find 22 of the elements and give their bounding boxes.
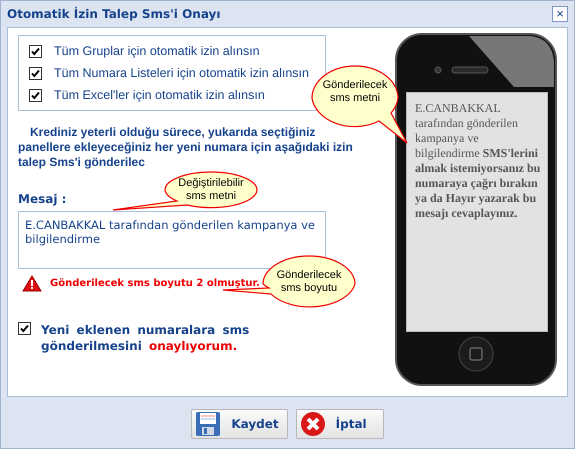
option-label: Tüm Excel'ler için otomatik izin alınsın [54, 88, 265, 102]
window-title: Otomatik İzin Talep Sms'i Onayı [7, 7, 220, 21]
callout-text: Gönderilecek sms boyutu [276, 269, 342, 295]
checkbox[interactable] [29, 66, 42, 80]
info-text: Krediniz yeterli olduğu sürece, yukarıda seçtiğiniz panellere ekleyeceğiniz her yeni numara için aşağıdaki izin talep Sms'i gönderilec [18, 125, 354, 170]
checkbox[interactable] [18, 322, 31, 335]
callout-text: Değiştirilebilir sms metni [177, 177, 245, 203]
message-field[interactable]: E.CANBAKKAL tarafından gönderilen kampanya ve bilgilendirme [18, 211, 326, 269]
checkbox[interactable] [29, 44, 42, 58]
cancel-button[interactable]: İptal [296, 408, 384, 438]
confirm-label: Yeni eklenen numaralara sms gönderilmesini onaylıyorum. [41, 322, 250, 354]
warning-text: Gönderilecek sms boyutu 2 olmuştur. [50, 278, 260, 289]
cancel-icon [300, 410, 326, 436]
callout-text: Gönderilecek sms metni [322, 79, 388, 105]
save-button[interactable]: Kaydet [191, 408, 288, 438]
checkbox[interactable] [29, 88, 42, 102]
sms-preview-text: E.CANBAKKAL tarafından gönderilen kampanya ve bilgilendirme SMS'lerini almak istemiyorsanız bu numaraya çağrı bırakın ya da Hayır yazarak bu mesajı cevaplayınız. [415, 101, 541, 221]
option-label: Tüm Gruplar için otomatik izin alınsın [54, 44, 260, 58]
option-label: Tüm Numara Listeleri için otomatik izin alınsın [54, 66, 309, 80]
message-label: Mesaj : [18, 192, 66, 206]
warning-icon [22, 275, 42, 292]
close-button[interactable]: × [552, 6, 568, 22]
